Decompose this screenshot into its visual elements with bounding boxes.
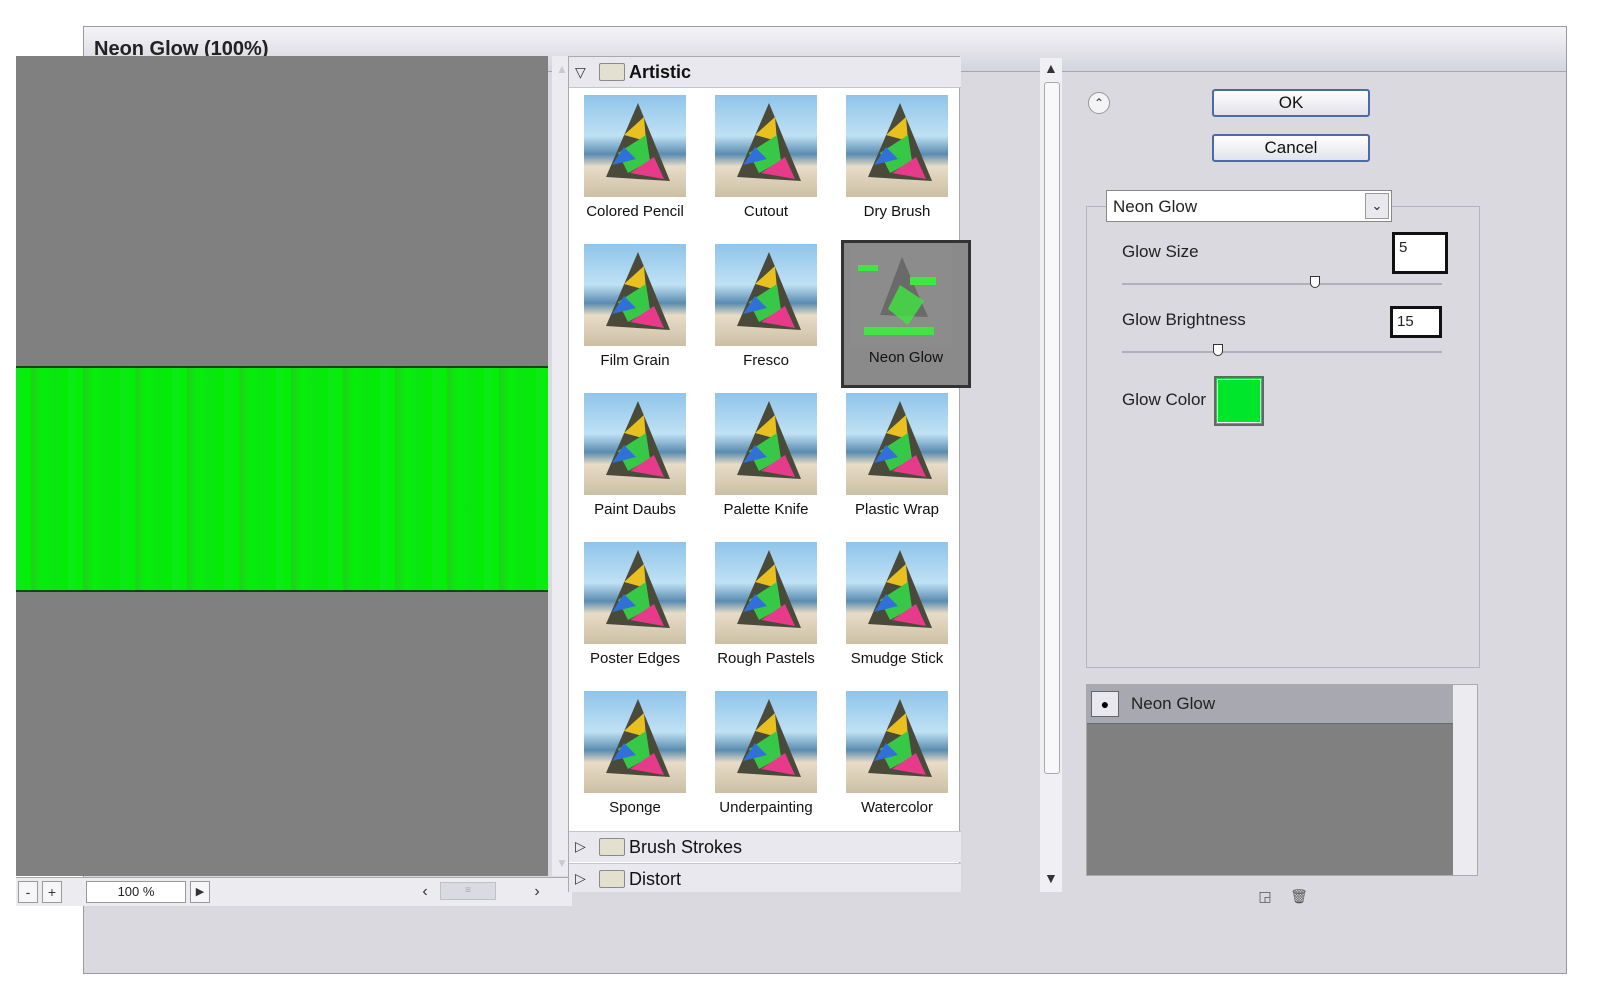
glow-size-label: Glow Size bbox=[1122, 242, 1199, 261]
glow-color-label: Glow Color bbox=[1122, 390, 1207, 409]
filter-preview-image bbox=[715, 542, 817, 644]
filter-thumb-label: Rough Pastels bbox=[717, 650, 815, 667]
preview-canvas[interactable] bbox=[16, 56, 548, 876]
filter-thumb-palette-knife[interactable]: Palette Knife bbox=[710, 389, 840, 537]
filter-select[interactable]: Neon Glow ⌄ bbox=[1106, 190, 1392, 222]
filter-thumb-fresco[interactable]: Fresco bbox=[710, 240, 840, 388]
glow-size-slider-handle[interactable] bbox=[1310, 276, 1321, 288]
glow-color-swatch[interactable] bbox=[1214, 376, 1264, 426]
folder-icon bbox=[599, 870, 625, 888]
category-label: Distort bbox=[629, 869, 682, 889]
filter-thumb-label: Film Grain bbox=[600, 352, 670, 369]
glow-brightness-slider[interactable] bbox=[1122, 351, 1442, 353]
filter-thumb-plastic-wrap[interactable]: Plastic Wrap bbox=[841, 389, 971, 537]
filter-thumb-underpainting[interactable]: Underpainting bbox=[710, 687, 840, 835]
filter-preview-image bbox=[846, 95, 948, 197]
filter-thumb-label: Watercolor bbox=[861, 799, 933, 816]
effect-layer-name: Neon Glow bbox=[1131, 694, 1216, 713]
category-distort[interactable]: ▷ Distort bbox=[569, 863, 961, 892]
glow-size-field[interactable]: 5 bbox=[1392, 232, 1448, 274]
scroll-down-icon[interactable]: ▼ bbox=[1044, 870, 1058, 886]
zoom-menu-arrow-icon[interactable]: ▶ bbox=[190, 881, 210, 903]
filter-preview-image bbox=[846, 691, 948, 793]
glow-size-slider[interactable] bbox=[1122, 283, 1442, 285]
glow-brightness-field[interactable]: 15 bbox=[1390, 306, 1442, 338]
filter-thumb-neon-glow[interactable]: Neon Glow bbox=[841, 240, 971, 388]
filter-preview-image bbox=[715, 691, 817, 793]
filter-thumb-label: Paint Daubs bbox=[594, 501, 676, 518]
settings-panel bbox=[1086, 206, 1480, 668]
zoom-in-button[interactable]: + bbox=[42, 881, 62, 903]
collapsed-triangle-icon[interactable]: ▷ bbox=[575, 870, 586, 887]
expand-triangle-icon[interactable]: ▽ bbox=[575, 64, 586, 81]
filter-thumb-rough-pastels[interactable]: Rough Pastels bbox=[710, 538, 840, 686]
filter-thumb-poster-edges[interactable]: Poster Edges bbox=[579, 538, 709, 686]
category-label: Brush Strokes bbox=[629, 837, 743, 857]
filter-thumb-label: Plastic Wrap bbox=[855, 501, 939, 518]
filter-thumb-label: Sponge bbox=[609, 799, 661, 816]
filter-preview-image bbox=[715, 95, 817, 197]
folder-icon bbox=[599, 63, 625, 81]
filter-preview-image bbox=[584, 691, 686, 793]
scroll-up-icon[interactable]: ▲ bbox=[555, 62, 569, 76]
scroll-right-icon[interactable]: › bbox=[526, 881, 548, 903]
preview-image bbox=[16, 366, 548, 592]
filter-thumb-paint-daubs[interactable]: Paint Daubs bbox=[579, 389, 709, 537]
horizontal-scroll-thumb[interactable]: ≡ bbox=[440, 882, 496, 900]
filter-thumb-label: Palette Knife bbox=[723, 501, 809, 518]
filter-thumb-dry-brush[interactable]: Dry Brush bbox=[841, 91, 971, 239]
collapse-up-icon[interactable]: ⌃ bbox=[1088, 92, 1110, 114]
effect-layer-row[interactable]: ● Neon Glow bbox=[1087, 685, 1453, 724]
collapsed-triangle-icon[interactable]: ▷ bbox=[575, 838, 586, 855]
new-layer-icon[interactable]: ◲ bbox=[1256, 888, 1274, 906]
filter-preview-image bbox=[715, 244, 817, 346]
eye-icon[interactable]: ● bbox=[1091, 691, 1119, 717]
filter-preview-image bbox=[850, 245, 952, 347]
ok-button[interactable]: OK bbox=[1212, 89, 1370, 117]
scroll-thumb[interactable] bbox=[1044, 82, 1060, 774]
category-brush-strokes[interactable]: ▷ Brush Strokes bbox=[569, 831, 961, 862]
filter-select-value: Neon Glow bbox=[1113, 197, 1198, 216]
filter-thumb-cutout[interactable]: Cutout bbox=[710, 91, 840, 239]
trash-icon[interactable]: 🗑 bbox=[1290, 888, 1308, 906]
filter-preview-image bbox=[584, 542, 686, 644]
scroll-left-icon[interactable]: ‹ bbox=[414, 881, 436, 903]
filter-preview-image bbox=[584, 95, 686, 197]
zoom-level-field[interactable]: 100 % bbox=[86, 881, 186, 903]
category-artistic[interactable]: ▽ Artistic bbox=[569, 57, 961, 88]
category-label: Artistic bbox=[629, 62, 692, 82]
filter-thumb-label: Fresco bbox=[743, 352, 789, 369]
chevron-down-icon[interactable]: ⌄ bbox=[1365, 193, 1389, 219]
filter-preview-image bbox=[584, 393, 686, 495]
filter-thumb-sponge[interactable]: Sponge bbox=[579, 687, 709, 835]
filter-thumb-colored-pencil[interactable]: Colored Pencil bbox=[579, 91, 709, 239]
cancel-button[interactable]: Cancel bbox=[1212, 134, 1370, 162]
zoom-out-button[interactable]: - bbox=[18, 881, 38, 903]
folder-icon bbox=[599, 838, 625, 856]
gallery-scrollbar[interactable]: ▲ ▼ bbox=[1040, 58, 1062, 892]
glow-brightness-slider-handle[interactable] bbox=[1213, 344, 1223, 356]
filter-thumb-label: Poster Edges bbox=[589, 650, 681, 667]
filter-gallery-list: ▽ Artistic Colored Pencil Cutout Dry Brush… bbox=[568, 56, 971, 892]
filter-thumb-label: Underpainting bbox=[719, 799, 813, 816]
filter-preview-image bbox=[846, 542, 948, 644]
filter-thumb-watercolor[interactable]: Watercolor bbox=[841, 687, 971, 835]
effect-layers-panel: ● Neon Glow bbox=[1086, 684, 1478, 876]
scroll-down-icon[interactable]: ▼ bbox=[555, 856, 569, 870]
filter-thumb-label: Dry Brush bbox=[863, 203, 931, 220]
filter-preview-image bbox=[584, 244, 686, 346]
filter-preview-image bbox=[846, 393, 948, 495]
filter-thumb-label: Neon Glow bbox=[868, 349, 944, 366]
filter-preview-image bbox=[715, 393, 817, 495]
scroll-up-icon[interactable]: ▲ bbox=[1044, 60, 1058, 76]
filter-thumb-label: Colored Pencil bbox=[586, 203, 684, 220]
filter-thumb-label: Cutout bbox=[743, 203, 789, 220]
filter-thumb-film-grain[interactable]: Film Grain bbox=[579, 240, 709, 388]
layers-scrollbar[interactable] bbox=[1453, 685, 1477, 875]
filter-thumb-smudge-stick[interactable]: Smudge Stick bbox=[841, 538, 971, 686]
glow-brightness-label: Glow Brightness bbox=[1122, 310, 1246, 329]
zoom-bar: - + 100 % ▶ ‹ ≡ › bbox=[16, 877, 572, 906]
filter-thumb-label: Smudge Stick bbox=[850, 650, 944, 667]
